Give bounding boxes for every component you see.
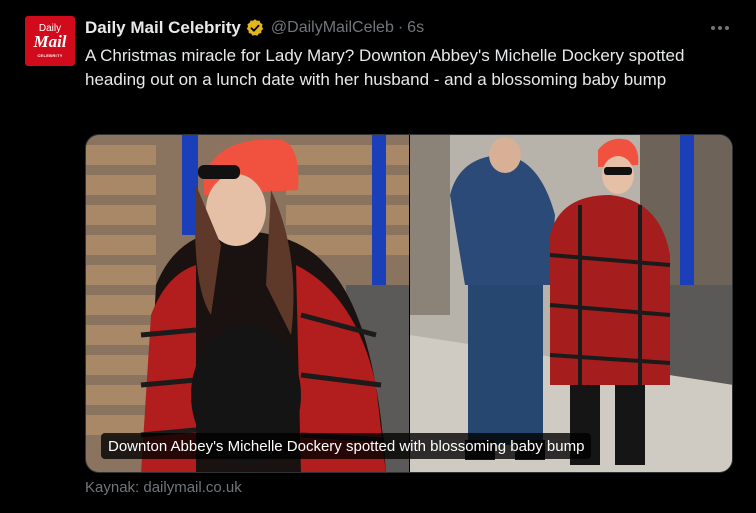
media-caption: Downton Abbey's Michelle Dockery spotted… [101,433,592,459]
source-link[interactable]: Kaynak: dailymail.co.uk [85,479,242,496]
tweet-header: Daily Mail Celebrity @DailyMailCeleb · 6… [85,16,424,40]
author-name[interactable]: Daily Mail Celebrity [85,18,241,38]
avatar[interactable]: Daily Mail CELEBRITY [25,16,75,66]
more-horizontal-icon[interactable] [706,16,734,40]
separator-dot: · [397,19,404,36]
photo-right[interactable] [410,135,732,472]
tweet-media[interactable]: Downton Abbey's Michelle Dockery spotted… [85,134,733,473]
tweet-timestamp[interactable]: 6s [407,19,424,37]
tweet-text: A Christmas miracle for Lady Mary? Downt… [85,46,685,89]
verified-badge-icon [245,18,265,38]
tweet-card[interactable]: Daily Mail CELEBRITY Daily Mail Celebrit… [0,0,756,513]
author-handle[interactable]: @DailyMailCeleb [271,19,394,37]
avatar-logo-mail: Mail [33,32,67,51]
photo-left[interactable] [86,135,409,472]
avatar-logo-celebrity: CELEBRITY [37,53,63,58]
